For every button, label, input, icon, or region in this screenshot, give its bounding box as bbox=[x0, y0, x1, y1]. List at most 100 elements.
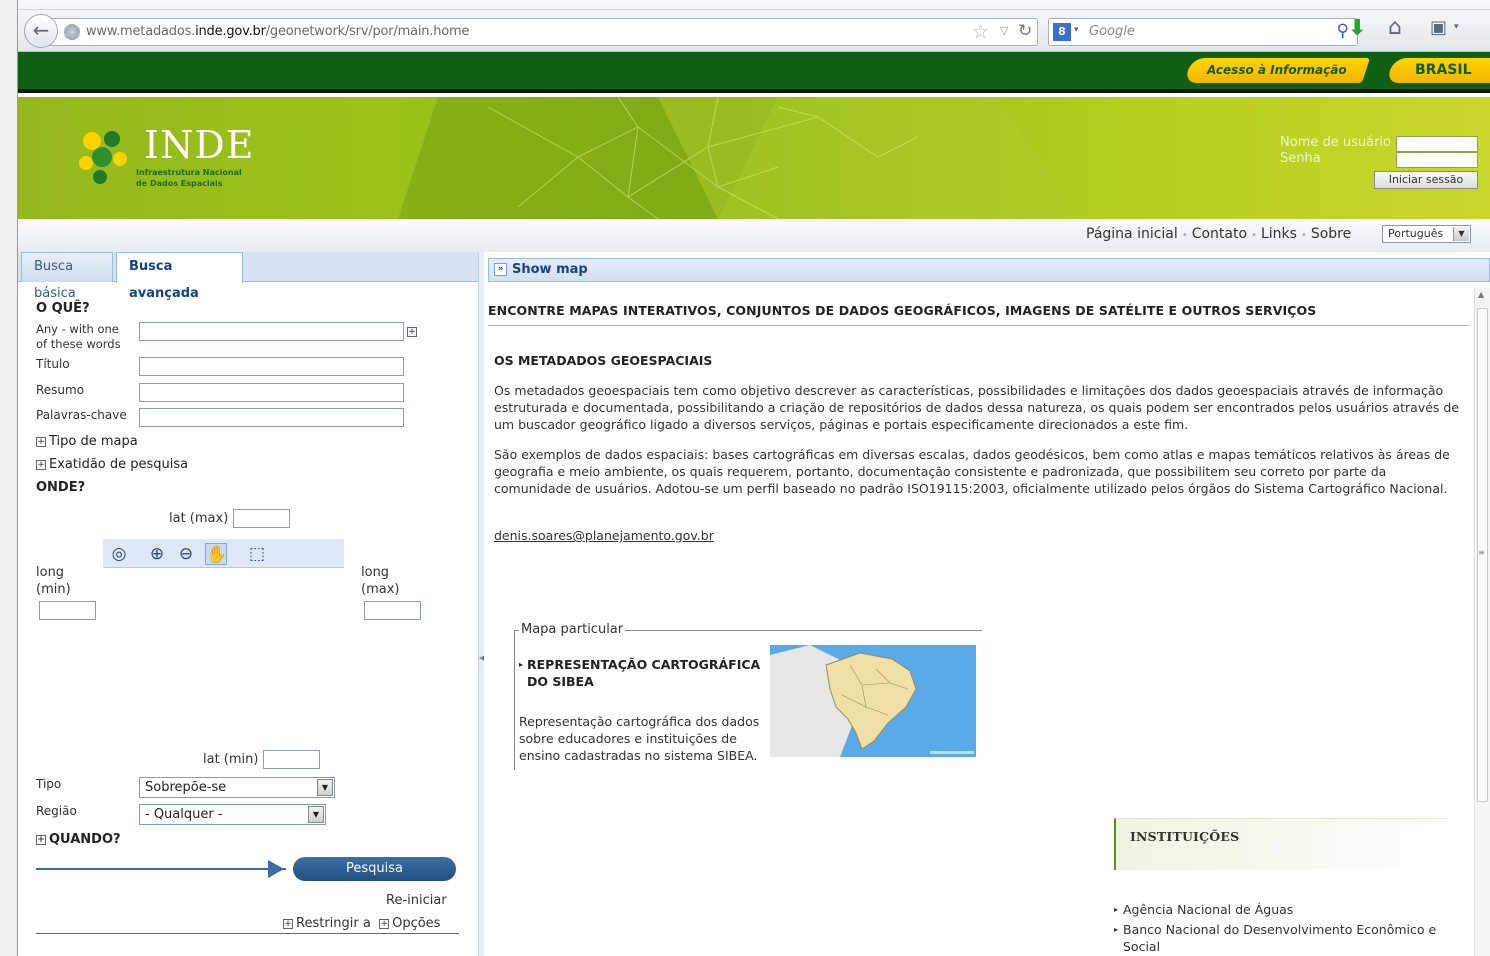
abstract-input[interactable] bbox=[139, 383, 404, 402]
lat-min-input[interactable] bbox=[263, 750, 320, 769]
site-banner: INDE Infraestrutura Nacional de Dados Esp… bbox=[18, 97, 1490, 219]
institutions-title: INSTITUIÇÕES bbox=[1130, 829, 1240, 844]
bookmark-dropdown-icon[interactable]: ▾ bbox=[1454, 22, 1459, 32]
history-dropdown-icon[interactable]: ▽ bbox=[1000, 24, 1008, 37]
title-label: Título bbox=[36, 357, 70, 371]
featured-map-title[interactable]: REPRESENTAÇÃO CARTOGRÁFICA DO SIBEA bbox=[519, 656, 769, 690]
home-icon[interactable]: ⌂ bbox=[1388, 15, 1402, 40]
title-divider bbox=[488, 325, 1469, 326]
long-max-input[interactable] bbox=[364, 601, 421, 620]
nav-about-link[interactable]: Sobre bbox=[1311, 226, 1351, 242]
username-label: Nome de usuário bbox=[1280, 135, 1391, 150]
brazil-map-graphic bbox=[770, 645, 976, 757]
url-text[interactable]: www.metadados.inde.gov.br/geonetwork/srv… bbox=[86, 24, 469, 39]
nav-home-link[interactable]: Página inicial bbox=[1086, 226, 1178, 242]
type-label: Tipo bbox=[36, 777, 62, 791]
government-bar: Acesso à Informação BRASIL bbox=[18, 52, 1490, 93]
inde-logo[interactable]: INDE Infraestrutura Nacional de Dados Esp… bbox=[72, 121, 272, 201]
section-title: OS METADADOS GEOESPACIAIS bbox=[494, 353, 713, 368]
show-map-bar[interactable]: » Show map bbox=[488, 258, 1490, 282]
lat-max-label: lat (max) bbox=[169, 511, 229, 526]
when-toggle[interactable]: + QUANDO? bbox=[36, 832, 121, 847]
reset-link[interactable]: Re-iniciar bbox=[386, 893, 447, 908]
institution-link[interactable]: Banco Nacional do Desenvolvimento Econôm… bbox=[1114, 921, 1464, 955]
featured-map-thumbnail[interactable] bbox=[770, 645, 976, 757]
address-bar[interactable]: www.metadados.inde.gov.br/geonetwork/srv… bbox=[48, 18, 1038, 46]
plus-icon: + bbox=[379, 919, 390, 929]
tab-basic-search[interactable]: Busca básica bbox=[21, 252, 113, 301]
password-input[interactable] bbox=[1396, 152, 1478, 168]
lat-max-input[interactable] bbox=[233, 509, 290, 528]
download-icon[interactable]: ⬇ bbox=[1348, 16, 1366, 41]
plus-icon: + bbox=[36, 835, 46, 845]
tab-advanced-search[interactable]: Busca avançada bbox=[116, 252, 243, 301]
grip-icon: ≡ bbox=[1478, 548, 1485, 557]
zoom-out-icon[interactable]: ⊖ bbox=[175, 543, 197, 565]
search-tabs: Busca básica Busca avançada bbox=[18, 252, 478, 301]
search-bar[interactable]: 8 ▾ Google ⚲ bbox=[1048, 18, 1358, 46]
restrict-toggle[interactable]: + Restringir a bbox=[283, 916, 371, 931]
keywords-label: Palavras-chave bbox=[36, 408, 127, 422]
star-icon[interactable]: ☆ bbox=[972, 21, 989, 43]
expand-down-icon: » bbox=[494, 263, 507, 276]
institution-link[interactable]: Agência Nacional de Águas bbox=[1114, 901, 1464, 918]
chevron-down-icon: ▼ bbox=[317, 779, 333, 796]
login-button[interactable]: Iniciar sessão bbox=[1374, 171, 1478, 189]
scroll-up-icon[interactable]: ▲ bbox=[1478, 290, 1484, 299]
reload-icon[interactable]: ↻ bbox=[1018, 21, 1032, 41]
options-toggle[interactable]: + Opções bbox=[379, 916, 440, 931]
search-panel: Busca básica Busca avançada O QUÊ? Any -… bbox=[18, 252, 478, 956]
long-min-label: long (min) bbox=[36, 565, 71, 597]
arrow-line bbox=[36, 868, 286, 870]
page-title: ENCONTRE MAPAS INTERATIVOS, CONJUNTOS DE… bbox=[488, 303, 1317, 318]
any-words-input[interactable] bbox=[139, 322, 404, 341]
vertical-scrollbar[interactable]: ▲ ≡ bbox=[1474, 288, 1490, 956]
featured-map-description: Representação cartográfica dos dados sob… bbox=[519, 714, 760, 763]
globe-icon bbox=[64, 24, 80, 40]
chevron-down-icon: ▼ bbox=[1453, 227, 1469, 241]
institutions-box: INSTITUIÇÕES bbox=[1114, 818, 1448, 870]
nav-links: Página inicial • Contato • Links • Sobre bbox=[1086, 226, 1352, 242]
form-divider bbox=[36, 933, 459, 934]
options-links: + Restringir a + Opções bbox=[283, 916, 440, 931]
language-select[interactable]: Português ▼ bbox=[1382, 225, 1471, 243]
region-select[interactable]: - Qualquer - ▼ bbox=[139, 804, 326, 825]
plus-icon: + bbox=[36, 437, 46, 447]
arrow-right-icon bbox=[268, 860, 284, 878]
zoom-extent-icon[interactable]: ◎ bbox=[108, 543, 130, 565]
main-content: ENCONTRE MAPAS INTERATIVOS, CONJUNTOS DE… bbox=[484, 288, 1474, 956]
pan-hand-icon[interactable]: ✋ bbox=[205, 543, 227, 565]
logo-subtitle: Infraestrutura Nacional de Dados Espaciai… bbox=[136, 168, 242, 188]
type-select[interactable]: Sobrepõe-se ▼ bbox=[139, 777, 335, 798]
bookmark-icon[interactable]: ▣ bbox=[1430, 17, 1447, 38]
engine-dropdown-icon[interactable]: ▾ bbox=[1074, 25, 1079, 35]
intro-paragraph: Os metadados geoespaciais tem como objet… bbox=[494, 383, 1460, 432]
box-select-icon[interactable]: ⬚ bbox=[246, 543, 268, 565]
zoom-in-icon[interactable]: ⊕ bbox=[146, 543, 168, 565]
nav-strip: Página inicial • Contato • Links • Sobre Portu… bbox=[18, 219, 1490, 252]
nav-links-link[interactable]: Links bbox=[1261, 226, 1297, 242]
username-input[interactable] bbox=[1396, 136, 1478, 152]
brasil-link[interactable]: BRASIL bbox=[1385, 58, 1490, 83]
chevron-down-icon: ▼ bbox=[308, 806, 324, 823]
region-label: Região bbox=[36, 804, 77, 818]
keywords-input[interactable] bbox=[139, 408, 404, 427]
acesso-informacao-link[interactable]: Acesso à Informação bbox=[1183, 58, 1371, 83]
search-button[interactable]: Pesquisa bbox=[293, 857, 456, 881]
long-min-input[interactable] bbox=[39, 601, 96, 620]
contact-email-link[interactable]: denis.soares@planejamento.gov.br bbox=[494, 528, 714, 543]
abstract-label: Resumo bbox=[36, 383, 85, 397]
institutions-list: Agência Nacional de Águas Banco Nacional… bbox=[1114, 901, 1464, 956]
title-input[interactable] bbox=[139, 357, 404, 376]
map-toolbar: ◎ ⊕ ⊖ ✋ ⬚ bbox=[103, 539, 344, 568]
search-accuracy-toggle[interactable]: + Exatidão de pesquisa bbox=[36, 457, 188, 472]
plus-icon: + bbox=[36, 460, 46, 470]
search-placeholder: Google bbox=[1089, 24, 1135, 39]
map-type-toggle[interactable]: + Tipo de mapa bbox=[36, 434, 138, 449]
back-button[interactable]: ← bbox=[24, 14, 58, 48]
tab-strip bbox=[18, 0, 1490, 10]
nav-contact-link[interactable]: Contato bbox=[1192, 226, 1247, 242]
google-icon[interactable]: 8 bbox=[1053, 23, 1071, 41]
expand-icon[interactable]: + bbox=[407, 327, 417, 337]
examples-paragraph: São exemplos de dados espaciais: bases c… bbox=[494, 447, 1450, 496]
